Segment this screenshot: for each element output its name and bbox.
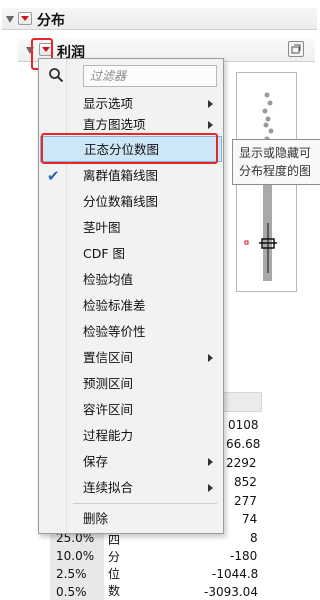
- menu-item-continuous-fit[interactable]: 连续拟合: [39, 475, 223, 501]
- menu-item-quantile-box-plot[interactable]: 分位数箱线图: [39, 189, 223, 215]
- submenu-arrow-icon: [208, 458, 213, 466]
- menu-item-label: CDF 图: [83, 246, 126, 261]
- tooltip-line-1: 显示或隐藏可: [239, 146, 312, 160]
- menu-item-label: 检验均值: [83, 272, 134, 287]
- menu-item-prediction-interval[interactable]: 预测区间: [39, 371, 223, 397]
- menu-item-label: 过程能力: [83, 428, 134, 443]
- menu-item-test-mean[interactable]: 检验均值: [39, 267, 223, 293]
- menu-item-label: 连续拟合: [83, 480, 134, 495]
- menu-item-label: 分位数箱线图: [83, 194, 159, 209]
- menu-item-label: 检验标准差: [83, 298, 146, 313]
- menu-item-label: 置信区间: [83, 350, 134, 365]
- quantile-value: -180: [230, 549, 258, 563]
- collapse-triangle-icon[interactable]: [6, 16, 14, 23]
- menu-item-tooltip: 显示或隐藏可 分布程度的图: [232, 139, 320, 185]
- quantile-value: 0108: [228, 418, 259, 432]
- quantile-value: 8: [250, 531, 258, 545]
- menu-item-process-capability[interactable]: 过程能力: [39, 423, 223, 449]
- menu-item-label: 容许区间: [83, 402, 134, 417]
- menu-item-test-std-dev[interactable]: 检验标准差: [39, 293, 223, 319]
- profit-options-menu: 过滤器 显示选项 直方图选项 正态分位数图 ✔ 离群值箱线图 分位数箱线图 茎叶…: [38, 58, 224, 534]
- distribution-title: 分布: [37, 13, 65, 29]
- submenu-arrow-icon: [208, 354, 213, 362]
- submenu-arrow-icon: [208, 484, 213, 492]
- quantile-value: 852: [234, 475, 257, 489]
- menu-item-tolerance-interval[interactable]: 容许区间: [39, 397, 223, 423]
- quantile-percent: 10.0%: [56, 549, 95, 563]
- quantile-percent: 2.5%: [56, 567, 87, 581]
- quantile-value: -1044.8: [212, 567, 259, 581]
- menu-item-label: 检验等价性: [83, 324, 146, 339]
- quantile-value: 74: [242, 512, 258, 526]
- menu-item-confidence-interval[interactable]: 置信区间: [39, 345, 223, 371]
- search-icon: [49, 68, 64, 83]
- checkmark-icon: ✔: [47, 167, 60, 185]
- menu-filter-input[interactable]: 过滤器: [83, 65, 217, 87]
- menu-item-label: 茎叶图: [83, 220, 121, 235]
- distribution-red-triangle-icon[interactable]: [18, 12, 32, 25]
- menu-separator: [73, 503, 217, 504]
- quantiles-header-strip: [222, 392, 262, 412]
- menu-item-label: 删除: [83, 511, 109, 526]
- menu-item-stem-and-leaf[interactable]: 茎叶图: [39, 215, 223, 241]
- submenu-arrow-icon: [208, 100, 213, 108]
- menu-item-remove[interactable]: 删除: [39, 506, 223, 532]
- quantile-value: 2292: [226, 456, 257, 470]
- quantile-value: 277: [234, 494, 257, 508]
- menu-item-label: 保存: [83, 454, 109, 469]
- quantile-label: 四分位数: [108, 533, 121, 598]
- pin-icon[interactable]: [288, 41, 304, 57]
- quantile-percent: 0.5%: [56, 585, 87, 599]
- tooltip-line-2: 分布程度的图: [239, 164, 312, 178]
- menu-item-test-equivalence[interactable]: 检验等价性: [39, 319, 223, 345]
- quantile-value: -3093.04: [204, 585, 258, 599]
- quantile-value: 66.68: [226, 437, 261, 451]
- menu-item-label: 预测区间: [83, 376, 134, 391]
- menu-item-save[interactable]: 保存: [39, 449, 223, 475]
- submenu-arrow-icon: [208, 121, 213, 129]
- menu-item-label: 离群值箱线图: [83, 168, 159, 183]
- menu-item-outlier-box-plot[interactable]: ✔ 离群值箱线图: [39, 163, 223, 189]
- menu-item-highlight-box: [41, 133, 218, 164]
- menu-item-cdf-plot[interactable]: CDF 图: [39, 241, 223, 267]
